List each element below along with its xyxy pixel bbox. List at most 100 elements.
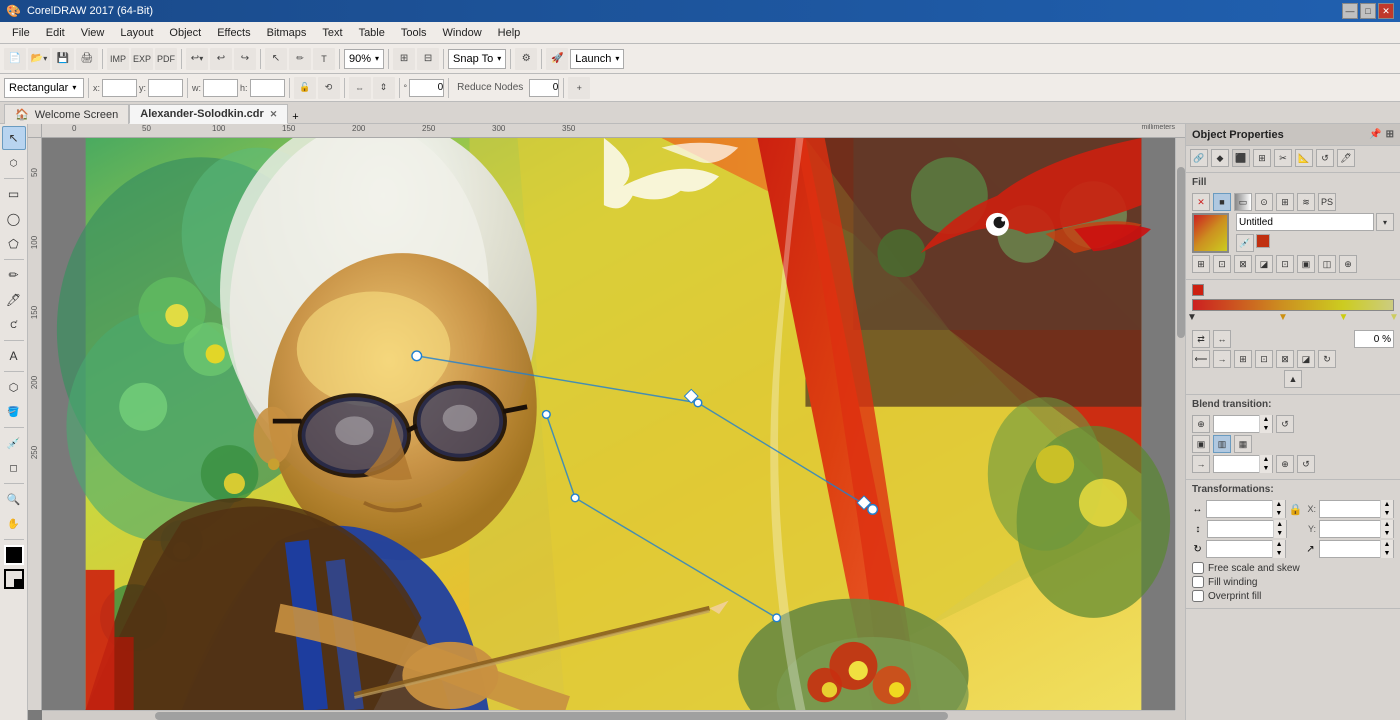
rotation2-field[interactable]: -20.2 ° ▲ ▼ <box>1319 540 1394 558</box>
width-pct-input[interactable]: 82.703 % <box>1207 501 1272 517</box>
tab-document[interactable]: Alexander-Solodkin.cdr ✕ <box>129 104 288 124</box>
stop-arrow-3[interactable]: ▼ <box>1339 312 1349 323</box>
y-coord-input[interactable] <box>148 79 183 97</box>
more-options-btn[interactable]: + <box>568 77 590 99</box>
width-up[interactable]: ▲ <box>1273 500 1285 509</box>
pen-tool[interactable]: 🖊 <box>2 288 26 312</box>
gradient-ctrl-3[interactable]: ⊞ <box>1234 350 1252 368</box>
fill-icon-e[interactable]: ⊡ <box>1276 255 1294 273</box>
lock-ratio-btn[interactable]: 🔓 <box>294 77 316 99</box>
eraser-tool[interactable]: ◻ <box>2 456 26 480</box>
text-button[interactable]: T <box>313 48 335 70</box>
gradient-ctrl-2[interactable]: → <box>1213 350 1231 368</box>
gradient-slider[interactable]: ▼ ▼ ▼ ▼ <box>1192 299 1394 322</box>
stop-arrow-1[interactable]: ▼ <box>1187 312 1197 323</box>
redo-button[interactable]: ↪ <box>234 48 256 70</box>
fill-icon-b[interactable]: ⊡ <box>1213 255 1231 273</box>
fill-icon-h[interactable]: ⊕ <box>1339 255 1357 273</box>
icon-btn-1[interactable]: 🔗 <box>1190 149 1208 167</box>
fill-pattern-btn[interactable]: ⊞ <box>1276 193 1294 211</box>
eyedropper-tool[interactable]: 💉 <box>2 431 26 455</box>
panel-expand-icon[interactable]: ⊞ <box>1386 129 1394 140</box>
tab-close-button[interactable]: ✕ <box>270 109 278 120</box>
zoom-tool[interactable]: 🔍 <box>2 487 26 511</box>
import-button[interactable]: IMP <box>107 48 129 70</box>
save-button[interactable]: 💾 <box>52 48 74 70</box>
menu-bitmaps[interactable]: Bitmaps <box>259 22 315 44</box>
blend-target-icon[interactable]: ⊕ <box>1276 455 1294 473</box>
rotation-input[interactable] <box>409 79 444 97</box>
stop-arrow-4[interactable]: ▼ <box>1389 312 1399 323</box>
h-scroll-thumb[interactable] <box>155 712 948 720</box>
horizontal-scrollbar[interactable] <box>42 710 1175 720</box>
smart-fill-tool[interactable]: 🪣 <box>2 400 26 424</box>
x-up[interactable]: ▲ <box>1381 500 1393 509</box>
icon-btn-6[interactable]: 📐 <box>1295 149 1313 167</box>
node-tool[interactable]: ⬡ <box>2 151 26 175</box>
minimize-button[interactable]: — <box>1342 3 1358 19</box>
menu-help[interactable]: Help <box>490 22 529 44</box>
pan-tool[interactable]: ✋ <box>2 512 26 536</box>
gradient-auto[interactable]: ↔ <box>1213 330 1231 348</box>
gradient-ctrl-4[interactable]: ⊡ <box>1255 350 1273 368</box>
icon-btn-2[interactable]: ◆ <box>1211 149 1229 167</box>
new-button[interactable]: 📄 <box>4 48 26 70</box>
zoom-dropdown[interactable]: 90% ▾ <box>344 49 384 69</box>
blend-style-2[interactable]: ▥ <box>1213 435 1231 453</box>
undo-dropdown[interactable]: ↩▾ <box>186 48 208 70</box>
blend-icon[interactable]: ⊕ <box>1192 415 1210 433</box>
mirror-v-btn[interactable]: ⇕ <box>373 77 395 99</box>
blend-angle-down[interactable]: ▼ <box>1260 464 1272 473</box>
rotation1-down[interactable]: ▼ <box>1273 549 1285 558</box>
gradient-ctrl-1[interactable]: ⟵ <box>1192 350 1210 368</box>
icon-btn-7[interactable]: ↺ <box>1316 149 1334 167</box>
text-tool[interactable]: A <box>2 344 26 368</box>
fill-color-preview[interactable] <box>1192 213 1229 253</box>
width-down[interactable]: ▼ <box>1273 509 1285 518</box>
menu-text[interactable]: Text <box>314 22 350 44</box>
fill-icon-d[interactable]: ◪ <box>1255 255 1273 273</box>
rotation2-input[interactable]: -20.2 ° <box>1320 541 1380 557</box>
rotation1-input[interactable]: 0.0 ° <box>1207 541 1272 557</box>
blend-style-1[interactable]: ▣ <box>1192 435 1210 453</box>
fill-eyedropper[interactable]: 💉 <box>1236 234 1254 252</box>
freehand-tool[interactable]: ✏ <box>2 263 26 287</box>
icon-btn-5[interactable]: ✂ <box>1274 149 1292 167</box>
fill-linear-btn[interactable]: ▭ <box>1234 193 1252 211</box>
menu-window[interactable]: Window <box>435 22 490 44</box>
fill-icon-a[interactable]: ⊞ <box>1192 255 1210 273</box>
pan-button[interactable]: ⊞ <box>393 48 415 70</box>
gradient-reverse[interactable]: ⇄ <box>1192 330 1210 348</box>
outline-color-indicator[interactable] <box>4 569 24 589</box>
y-down[interactable]: ▼ <box>1381 529 1393 538</box>
height-up[interactable]: ▲ <box>1274 520 1286 529</box>
open-dropdown[interactable]: 📂▾ <box>28 48 50 70</box>
vertical-scrollbar[interactable] <box>1175 138 1185 710</box>
fill-icon-c[interactable]: ⊠ <box>1234 255 1252 273</box>
height-down[interactable]: ▼ <box>1274 529 1286 538</box>
launch-icon[interactable]: 🚀 <box>546 48 568 70</box>
lock-wh-icon[interactable]: 🔒 <box>1289 503 1303 516</box>
x-down[interactable]: ▼ <box>1381 509 1393 518</box>
blend-angle-field[interactable]: 0.0 ▲ ▼ <box>1213 455 1273 473</box>
maximize-button[interactable]: □ <box>1360 3 1376 19</box>
rotation1-field[interactable]: 0.0 ° ▲ ▼ <box>1206 540 1286 558</box>
menu-object[interactable]: Object <box>161 22 209 44</box>
artwork-canvas[interactable] <box>42 138 1185 710</box>
width-input[interactable] <box>203 79 238 97</box>
menu-view[interactable]: View <box>73 22 113 44</box>
height-input[interactable] <box>250 79 285 97</box>
fill-none-btn[interactable]: ✕ <box>1192 193 1210 211</box>
fill-color-indicator[interactable] <box>4 545 24 565</box>
fill-tool[interactable]: ⬡ <box>2 375 26 399</box>
ellipse-tool[interactable]: ◯ <box>2 207 26 231</box>
menu-tools[interactable]: Tools <box>393 22 435 44</box>
canvas-viewport[interactable] <box>42 138 1185 710</box>
menu-edit[interactable]: Edit <box>38 22 73 44</box>
tab-welcome[interactable]: 🏠 Welcome Screen <box>4 104 129 124</box>
rectangle-tool[interactable]: ▭ <box>2 182 26 206</box>
fill-name-dropdown[interactable]: ▾ <box>1376 213 1394 231</box>
options2-button[interactable]: ⚙ <box>515 48 537 70</box>
blend-angle-input[interactable]: 0.0 <box>1214 456 1259 472</box>
x-coord-input[interactable] <box>102 79 137 97</box>
